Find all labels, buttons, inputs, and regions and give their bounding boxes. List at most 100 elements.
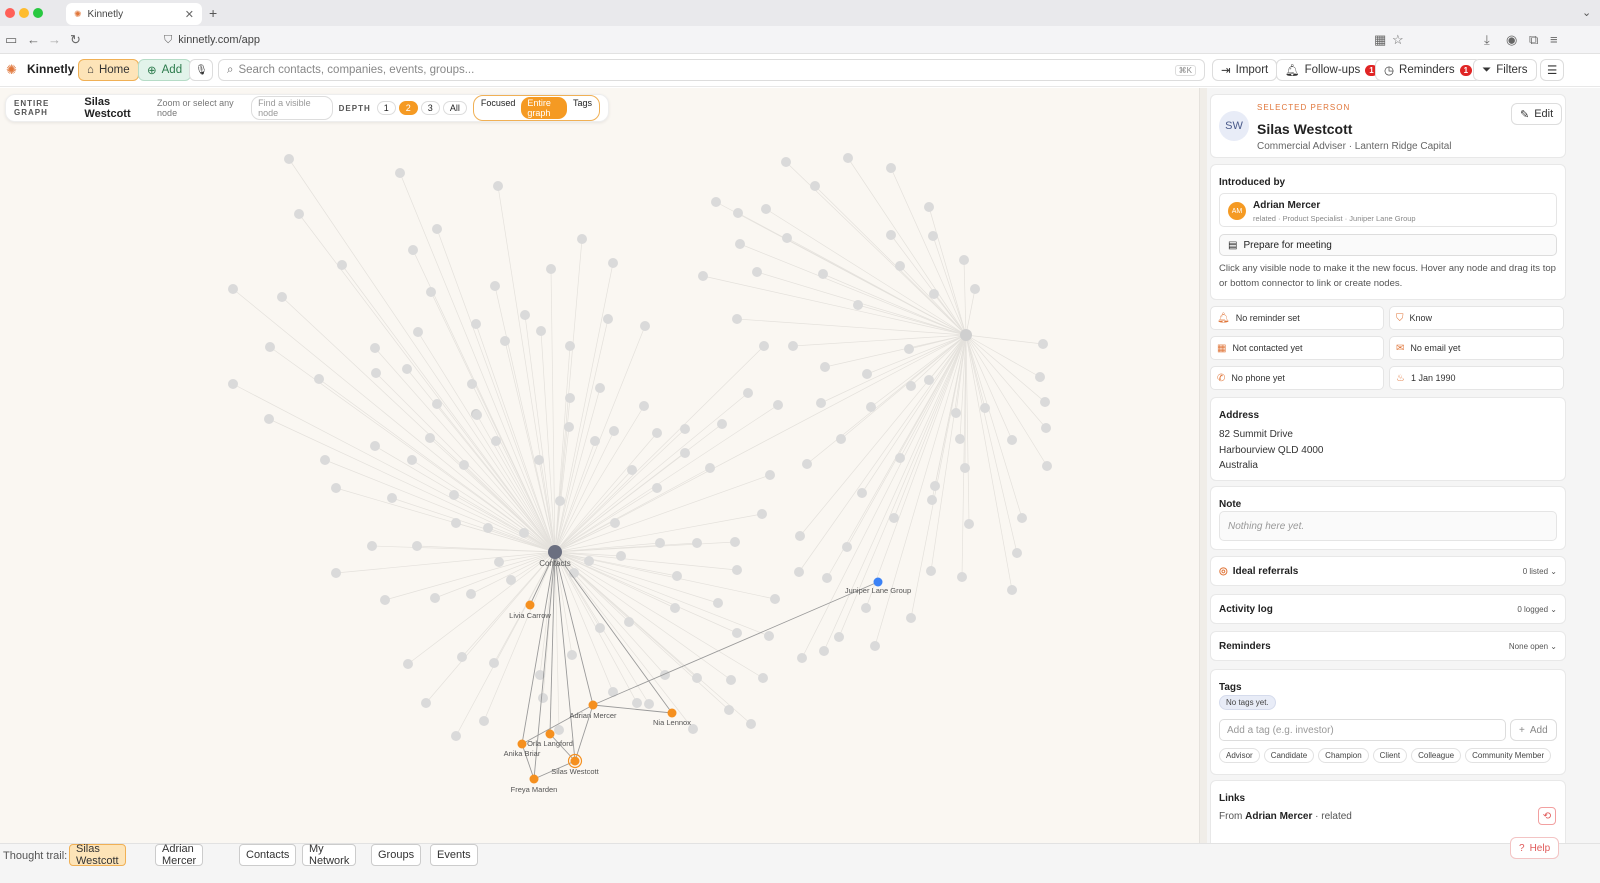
graph-node[interactable] <box>680 448 690 458</box>
graph-node[interactable] <box>886 230 896 240</box>
graph-node[interactable] <box>370 343 380 353</box>
note-field[interactable]: Nothing here yet. <box>1219 511 1557 541</box>
graph-node[interactable] <box>842 542 852 552</box>
graph-node[interactable] <box>726 675 736 685</box>
graph-node[interactable] <box>506 575 516 585</box>
fact-item[interactable]: ♨ 1 Jan 1990 <box>1389 366 1564 390</box>
graph-node[interactable] <box>906 613 916 623</box>
graph-node[interactable] <box>564 422 574 432</box>
graph-node[interactable] <box>820 362 830 372</box>
graph-node-highlighted[interactable] <box>570 756 580 766</box>
graph-node[interactable] <box>627 465 637 475</box>
graph-node[interactable] <box>467 379 477 389</box>
graph-node[interactable] <box>608 258 618 268</box>
graph-node[interactable] <box>895 261 905 271</box>
view-option[interactable]: Focused <box>474 97 522 119</box>
depth-option[interactable]: 2 <box>398 101 418 115</box>
network-graph[interactable]: Contacts Livia Carrow Juniper Lane Group Ad… <box>0 88 1199 856</box>
graph-node[interactable] <box>610 518 620 528</box>
graph-node[interactable] <box>640 321 650 331</box>
graph-node[interactable] <box>331 568 341 578</box>
graph-node[interactable] <box>843 153 853 163</box>
graph-node[interactable] <box>314 374 324 384</box>
graph-node[interactable] <box>717 419 727 429</box>
activity-log-section[interactable]: Activity log 0 logged ⌄ <box>1210 594 1566 624</box>
trail-item[interactable]: Adrian Mercer <box>155 843 204 867</box>
graph-node[interactable] <box>228 284 238 294</box>
reminders-button[interactable]: ◷ Reminders 1 <box>1375 59 1482 81</box>
fact-item[interactable]: ✉ No email yet <box>1389 336 1564 360</box>
graph-node[interactable] <box>471 319 481 329</box>
graph-node[interactable] <box>590 436 600 446</box>
graph-node[interactable] <box>1041 423 1051 433</box>
graph-node[interactable] <box>387 493 397 503</box>
graph-node[interactable] <box>724 705 734 715</box>
graph-node[interactable] <box>459 460 469 470</box>
filters-button[interactable]: ⏷ Filters <box>1473 59 1537 81</box>
forward-icon[interactable]: → <box>48 32 61 47</box>
graph-node[interactable] <box>616 551 626 561</box>
graph-node[interactable] <box>519 528 529 538</box>
graph-node[interactable] <box>500 336 510 346</box>
graph-node[interactable] <box>595 383 605 393</box>
graph-node[interactable] <box>957 572 967 582</box>
graph-node[interactable] <box>955 434 965 444</box>
graph-node[interactable] <box>733 208 743 218</box>
graph-node[interactable] <box>895 453 905 463</box>
minimize-window-button[interactable] <box>19 8 29 18</box>
graph-node[interactable] <box>466 589 476 599</box>
graph-node[interactable] <box>752 267 762 277</box>
graph-node[interactable] <box>265 342 275 352</box>
graph-node[interactable] <box>904 344 914 354</box>
maximize-window-button[interactable] <box>33 8 43 18</box>
menu-button[interactable]: ☰ <box>1540 59 1564 81</box>
graph-node[interactable] <box>652 483 662 493</box>
fact-item[interactable]: ✆ No phone yet <box>1210 366 1384 390</box>
graph-node[interactable] <box>408 245 418 255</box>
graph-node[interactable] <box>794 567 804 577</box>
graph-node[interactable] <box>432 224 442 234</box>
graph-node[interactable] <box>810 181 820 191</box>
graph-node[interactable] <box>472 410 482 420</box>
graph-node[interactable] <box>759 341 769 351</box>
graph-node[interactable] <box>711 197 721 207</box>
graph-node[interactable] <box>644 699 654 709</box>
graph-node[interactable] <box>493 181 503 191</box>
graph-node[interactable] <box>320 455 330 465</box>
graph-node[interactable] <box>490 281 500 291</box>
graph-node[interactable] <box>584 556 594 566</box>
browser-menu-icon[interactable]: ≡ <box>1550 32 1558 47</box>
graph-node[interactable] <box>802 459 812 469</box>
graph-node[interactable] <box>960 463 970 473</box>
graph-node[interactable] <box>822 573 832 583</box>
graph-node[interactable] <box>730 537 740 547</box>
graph-node[interactable] <box>413 327 423 337</box>
link-row[interactable]: From Adrian Mercer · related <box>1219 811 1352 822</box>
tag-suggestion[interactable]: Advisor <box>1219 748 1260 763</box>
graph-node[interactable] <box>795 531 805 541</box>
graph-node-highlighted[interactable] <box>667 708 677 718</box>
depth-option[interactable]: 1 <box>376 101 396 115</box>
graph-node[interactable] <box>555 496 565 506</box>
graph-node[interactable] <box>449 490 459 500</box>
graph-node[interactable] <box>951 408 961 418</box>
graph-node[interactable] <box>426 287 436 297</box>
graph-node[interactable] <box>927 495 937 505</box>
depth-option[interactable]: All <box>442 101 467 115</box>
depth-option[interactable]: 3 <box>420 101 440 115</box>
add-button[interactable]: ⊕ Add <box>138 59 192 81</box>
graph-node-highlighted[interactable] <box>545 729 555 739</box>
graph-node[interactable] <box>886 163 896 173</box>
graph-node[interactable] <box>536 326 546 336</box>
close-window-button[interactable] <box>5 8 15 18</box>
graph-node[interactable] <box>554 725 564 735</box>
graph-node[interactable] <box>782 233 792 243</box>
graph-node[interactable] <box>672 571 682 581</box>
trail-item[interactable]: Groups <box>371 844 422 866</box>
graph-node[interactable] <box>595 623 605 633</box>
graph-node[interactable] <box>770 594 780 604</box>
graph-node[interactable] <box>1007 585 1017 595</box>
graph-node[interactable] <box>964 519 974 529</box>
graph-node[interactable] <box>1038 339 1048 349</box>
graph-node[interactable] <box>277 292 287 302</box>
